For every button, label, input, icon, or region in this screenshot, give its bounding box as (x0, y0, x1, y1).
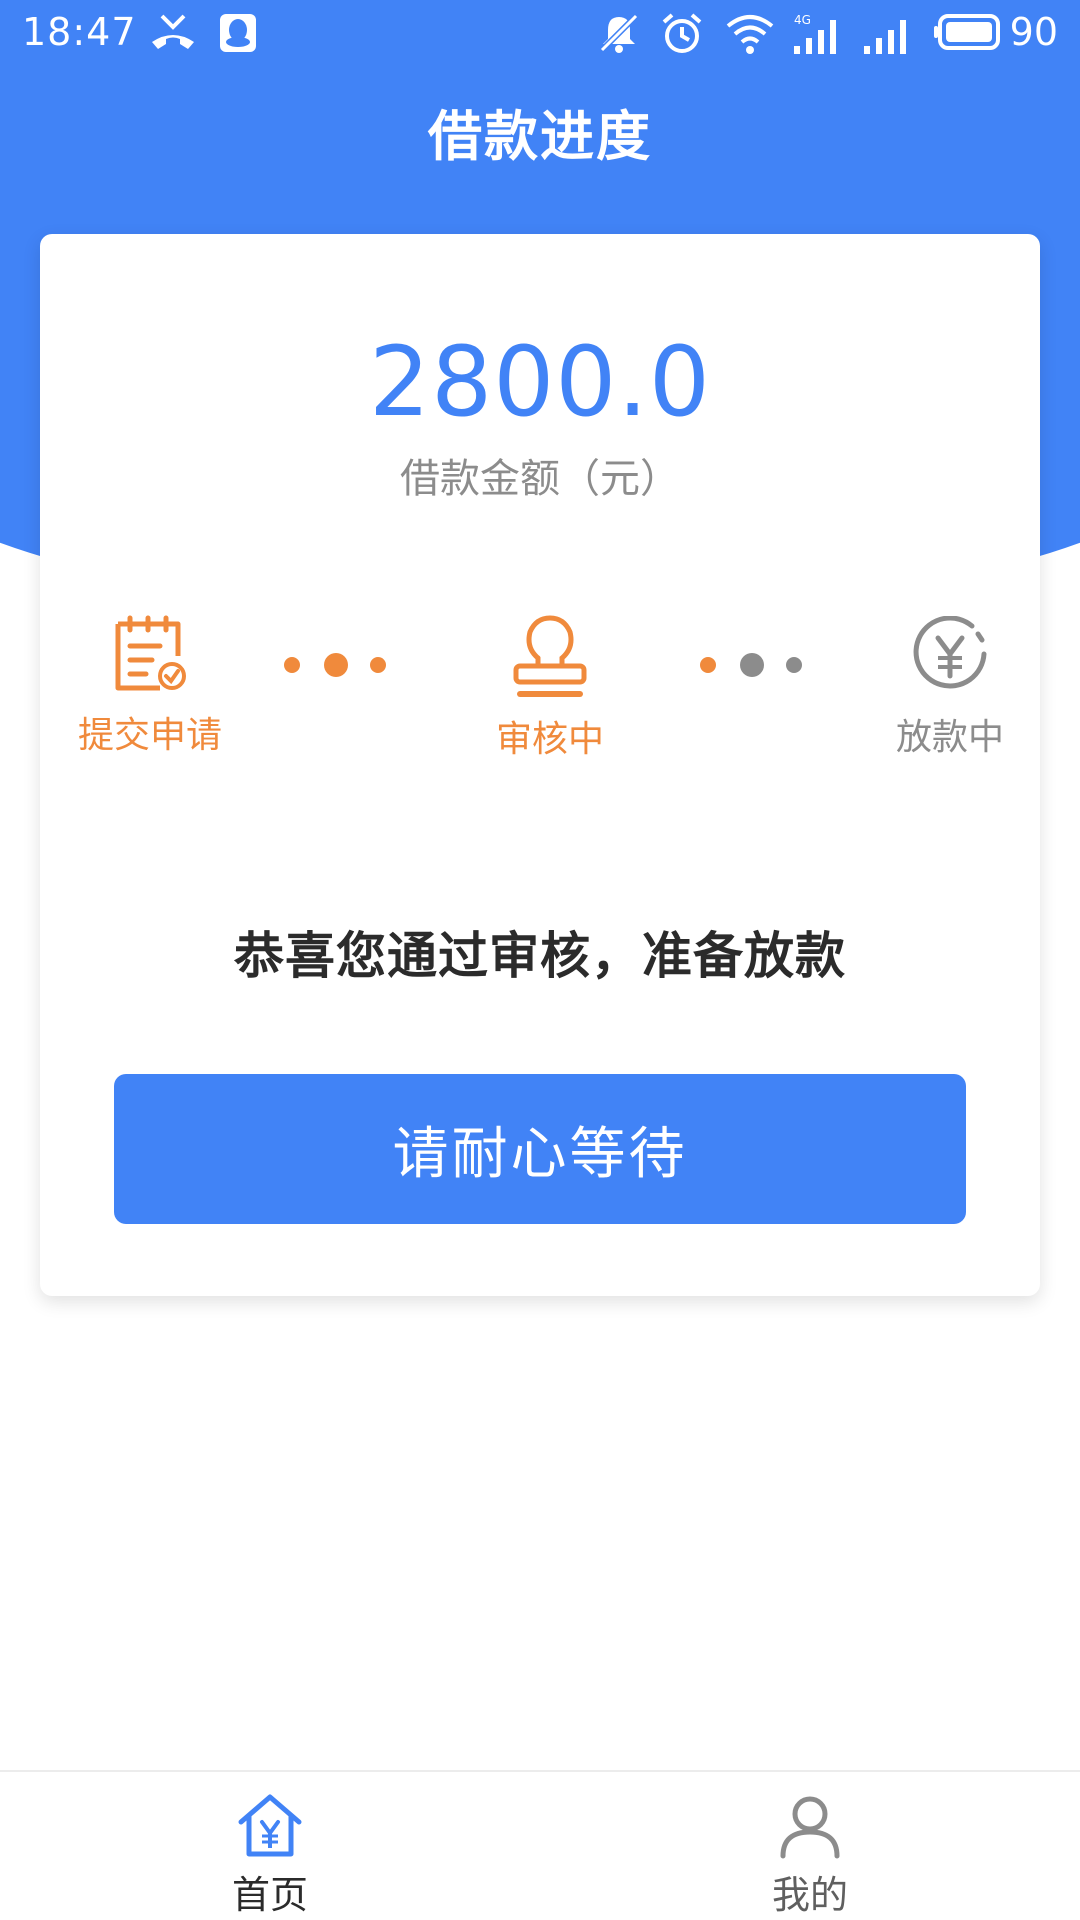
progress-dot (324, 653, 348, 677)
missed-call-icon (152, 14, 194, 49)
clipboard-check-icon (115, 615, 186, 691)
progress-dot (786, 657, 802, 673)
tab-mine-label: 我的 (771, 1873, 848, 1917)
tab-home-label: 首页 (231, 1873, 308, 1917)
status-bar: 18:47 4G 90 (0, 0, 1080, 70)
bottom-tab-bar: 首页 我的 (0, 1770, 1080, 1920)
status-time: 18:47 (22, 10, 137, 54)
svg-text:4G: 4G (794, 13, 811, 27)
step-under-review: 审核中 (450, 614, 650, 762)
progress-dot (700, 657, 716, 673)
step-label-submit: 提交申请 (77, 715, 222, 756)
wait-button[interactable]: 请耐心等待 (114, 1074, 966, 1224)
progress-dot (740, 653, 764, 677)
signal-4g-icon: 4G (794, 13, 836, 54)
qq-icon (220, 14, 256, 52)
progress-dot (370, 657, 386, 673)
progress-dot (284, 657, 300, 673)
battery-level: 90 (1009, 10, 1058, 54)
user-icon (780, 1796, 840, 1859)
step-label-review: 审核中 (495, 719, 604, 760)
loan-progress-card: 2800.0 借款金额（元） 提交申请 审核中 放款中 恭喜您通过审核，准备放款… (40, 234, 1040, 1296)
wifi-icon (726, 15, 774, 54)
yuan-circle-icon (913, 616, 987, 689)
alarm-icon (662, 13, 702, 53)
battery-icon (934, 14, 1000, 50)
loan-amount-label: 借款金额（元） (400, 456, 680, 502)
mute-icon (599, 13, 639, 53)
step-submit-application: 提交申请 (50, 614, 250, 758)
step-disbursing: 放款中 (850, 616, 1050, 760)
tab-mine[interactable]: 我的 (660, 1772, 960, 1920)
stamp-icon (513, 615, 587, 697)
step-label-disburse: 放款中 (895, 717, 1004, 758)
signal-icon (864, 20, 906, 54)
loan-amount: 2800.0 (369, 326, 711, 438)
home-yuan-icon (238, 1794, 302, 1857)
approval-message: 恭喜您通过审核，准备放款 (234, 927, 846, 985)
tab-home[interactable]: 首页 (120, 1772, 420, 1920)
app-screen: 18:47 4G 90 借款进度 2800.0 借款金额（元） 提交申请 审核中… (0, 0, 1080, 1920)
page-title: 借款进度 (428, 105, 652, 168)
